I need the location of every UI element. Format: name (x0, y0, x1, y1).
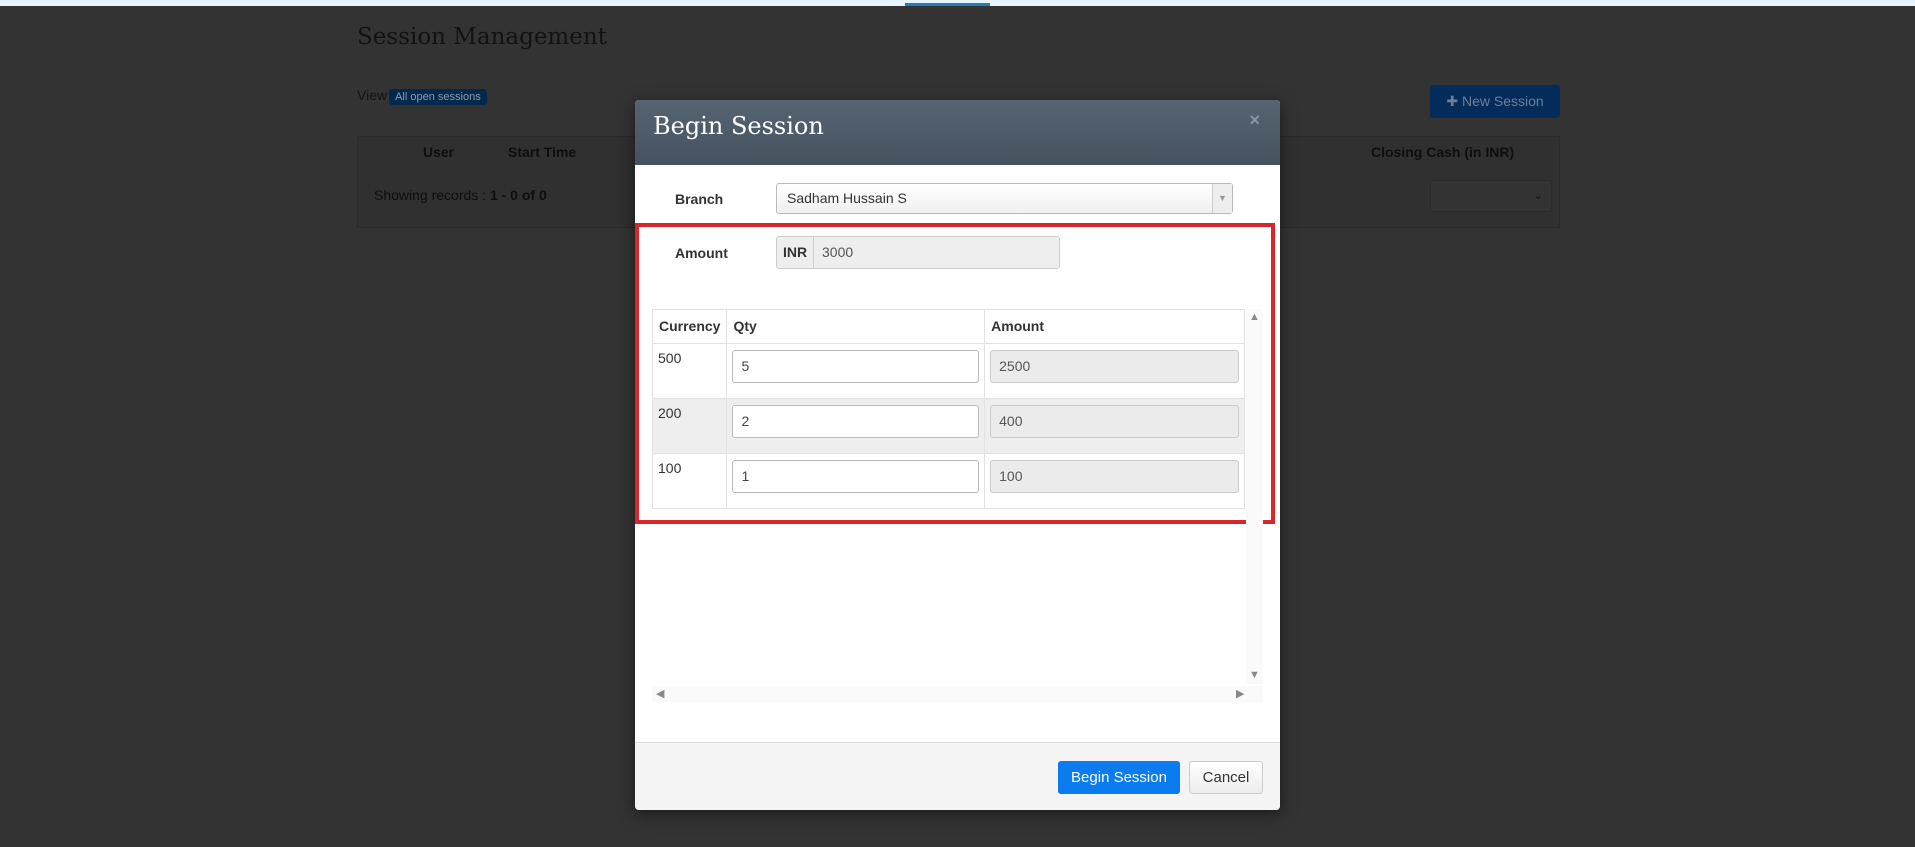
grid-header-row: Currency Qty Amount (651, 309, 1245, 344)
header-amount: Amount (984, 309, 1245, 344)
plus-icon: ✚ (1446, 93, 1462, 109)
amount-label: Amount (675, 245, 728, 261)
currency-cell: 500 (651, 343, 728, 399)
dropdown-arrow-icon: ▼ (1212, 184, 1232, 213)
branch-select[interactable]: Sadham Hussain S ▼ (776, 183, 1233, 214)
scroll-right-icon[interactable]: ▶ (1236, 687, 1244, 700)
currency-addon: INR (777, 237, 814, 268)
scroll-down-icon[interactable]: ▼ (1249, 669, 1260, 681)
branch-label: Branch (675, 191, 724, 207)
modal-footer: Begin Session Cancel (635, 742, 1280, 810)
begin-session-modal: Begin Session × Branch Sadham Hussain S ▼… (635, 100, 1280, 810)
scroll-up-icon[interactable]: ▲ (1249, 311, 1260, 323)
amount-readonly: 2500 (990, 350, 1239, 383)
denomination-grid: Currency Qty Amount 500 5 2500 200 2 400… (651, 309, 1245, 509)
column-start-time[interactable]: Start Time (508, 144, 576, 160)
cancel-button[interactable]: Cancel (1189, 761, 1263, 794)
qty-input[interactable]: 1 (732, 460, 980, 493)
grid-row: 500 5 2500 (651, 343, 1245, 399)
view-label: View (357, 87, 388, 103)
begin-session-button[interactable]: Begin Session (1058, 761, 1180, 794)
qty-input[interactable]: 2 (732, 405, 980, 438)
amount-readonly: 400 (990, 405, 1239, 438)
grid-row: 200 2 400 (651, 398, 1245, 454)
page-title: Session Management (357, 24, 607, 50)
records-value: 1 - 0 of 0 (489, 187, 547, 203)
view-filter: View All open sessions (357, 87, 487, 105)
records-label: Showing records : (374, 187, 490, 203)
records-count: Showing records : 1 - 0 of 0 (374, 187, 547, 203)
horizontal-scrollbar[interactable]: ◀ ▶ (652, 686, 1263, 702)
new-session-button[interactable]: ✚ New Session (1430, 85, 1560, 118)
currency-cell: 100 (651, 453, 728, 509)
amount-field: INR 3000 (776, 236, 1060, 269)
column-user[interactable]: User (423, 144, 454, 160)
currency-cell: 200 (651, 398, 728, 454)
modal-title: Begin Session (653, 112, 824, 140)
new-session-label: New Session (1461, 93, 1544, 109)
grid-row: 100 1 100 (651, 453, 1245, 509)
amount-value: 3000 (822, 244, 854, 260)
vertical-scrollbar[interactable]: ▲ ▼ (1246, 309, 1263, 684)
header-qty: Qty (726, 309, 986, 344)
close-icon[interactable]: × (1249, 110, 1260, 131)
modal-header: Begin Session × (635, 100, 1280, 165)
column-closing-cash[interactable]: Closing Cash (in INR) (1371, 144, 1514, 160)
chevron-down-icon: ⌄ (1532, 188, 1543, 202)
branch-value: Sadham Hussain S (787, 190, 907, 206)
view-filter-badge[interactable]: All open sessions (389, 89, 487, 105)
scroll-left-icon[interactable]: ◀ (656, 687, 664, 700)
page-size-select[interactable]: ⌄ (1430, 180, 1552, 212)
qty-input[interactable]: 5 (732, 350, 980, 383)
amount-readonly: 100 (990, 460, 1239, 493)
header-currency: Currency (651, 309, 728, 344)
